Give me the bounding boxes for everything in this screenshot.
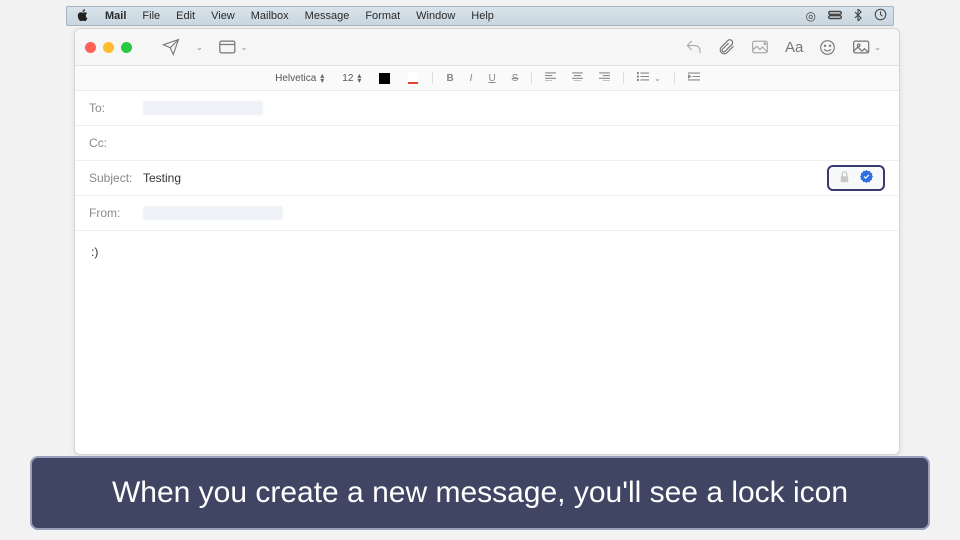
subject-value: Testing [143, 171, 181, 185]
menubar-file[interactable]: File [134, 10, 168, 22]
emoji-button[interactable] [811, 29, 844, 65]
tutorial-caption: When you create a new message, you'll se… [30, 456, 930, 530]
window-controls [85, 42, 132, 53]
header-fields-button[interactable]: ⌄ [211, 29, 256, 65]
accessibility-icon[interactable]: ◎ [800, 9, 822, 23]
window-toolbar: ⌄ ⌄ Aa ⌄ [75, 29, 899, 66]
font-family-select[interactable]: Helvetica ▴▾ [271, 73, 328, 84]
to-value-redacted [143, 101, 263, 115]
close-window-button[interactable] [85, 42, 96, 53]
format-bar: Helvetica ▴▾ 12 ▴▾ B I U S ⌄ [75, 66, 899, 91]
align-left-button[interactable] [542, 72, 559, 84]
list-button[interactable]: ⌄ [634, 72, 663, 84]
control-center-icon[interactable] [822, 9, 848, 23]
indent-button[interactable] [685, 72, 703, 84]
macos-menubar: Mail File Edit View Mailbox Message Form… [66, 6, 894, 26]
from-value-redacted [143, 206, 283, 220]
bold-button[interactable]: B [443, 73, 456, 84]
from-field-row[interactable]: From: [75, 196, 899, 231]
to-label: To: [89, 101, 139, 115]
font-family-value: Helvetica [275, 73, 316, 84]
caption-text: When you create a new message, you'll se… [112, 476, 848, 509]
photo-browser-button[interactable]: ⌄ [844, 29, 889, 65]
menubar-message[interactable]: Message [297, 10, 358, 22]
menubar-format[interactable]: Format [357, 10, 408, 22]
text-color-button[interactable] [375, 73, 394, 84]
compose-window: ⌄ ⌄ Aa ⌄ Helvetica ▴▾ 12 ▴▾ [74, 28, 900, 455]
italic-button[interactable]: I [467, 73, 476, 84]
subject-label: Subject: [89, 171, 139, 185]
align-center-button[interactable] [569, 72, 586, 84]
message-headers: To: Cc: Subject: Testing From: [75, 91, 899, 231]
to-field-row[interactable]: To: [75, 91, 899, 126]
scan-document-button[interactable] [743, 29, 777, 65]
menubar-help[interactable]: Help [463, 10, 502, 22]
security-indicators[interactable] [827, 165, 885, 191]
format-button[interactable]: Aa [777, 29, 811, 65]
menubar-edit[interactable]: Edit [168, 10, 203, 22]
send-later-dropdown[interactable]: ⌄ [188, 29, 211, 65]
lock-icon [839, 171, 850, 186]
from-label: From: [89, 206, 139, 220]
subject-field-row[interactable]: Subject: Testing [75, 161, 899, 196]
body-text: :) [91, 245, 98, 259]
time-machine-icon[interactable] [868, 8, 893, 24]
font-size-value: 12 [342, 73, 353, 84]
menubar-mailbox[interactable]: Mailbox [243, 10, 297, 22]
bg-color-button[interactable] [404, 72, 422, 84]
apple-menu-icon[interactable] [77, 9, 89, 24]
strikethrough-button[interactable]: S [509, 73, 522, 84]
menubar-app-name[interactable]: Mail [97, 10, 134, 22]
cc-field-row[interactable]: Cc: [75, 126, 899, 161]
signed-badge-icon [860, 170, 873, 186]
align-right-button[interactable] [596, 72, 613, 84]
zoom-window-button[interactable] [121, 42, 132, 53]
menubar-window[interactable]: Window [408, 10, 463, 22]
reply-button[interactable] [677, 29, 711, 65]
message-body[interactable]: :) [75, 231, 899, 454]
menubar-view[interactable]: View [203, 10, 243, 22]
minimize-window-button[interactable] [103, 42, 114, 53]
send-button[interactable] [154, 29, 188, 65]
cc-label: Cc: [89, 136, 139, 150]
font-size-select[interactable]: 12 ▴▾ [338, 73, 365, 84]
bluetooth-icon[interactable] [848, 9, 868, 24]
attach-button[interactable] [711, 29, 743, 65]
underline-button[interactable]: U [485, 73, 498, 84]
